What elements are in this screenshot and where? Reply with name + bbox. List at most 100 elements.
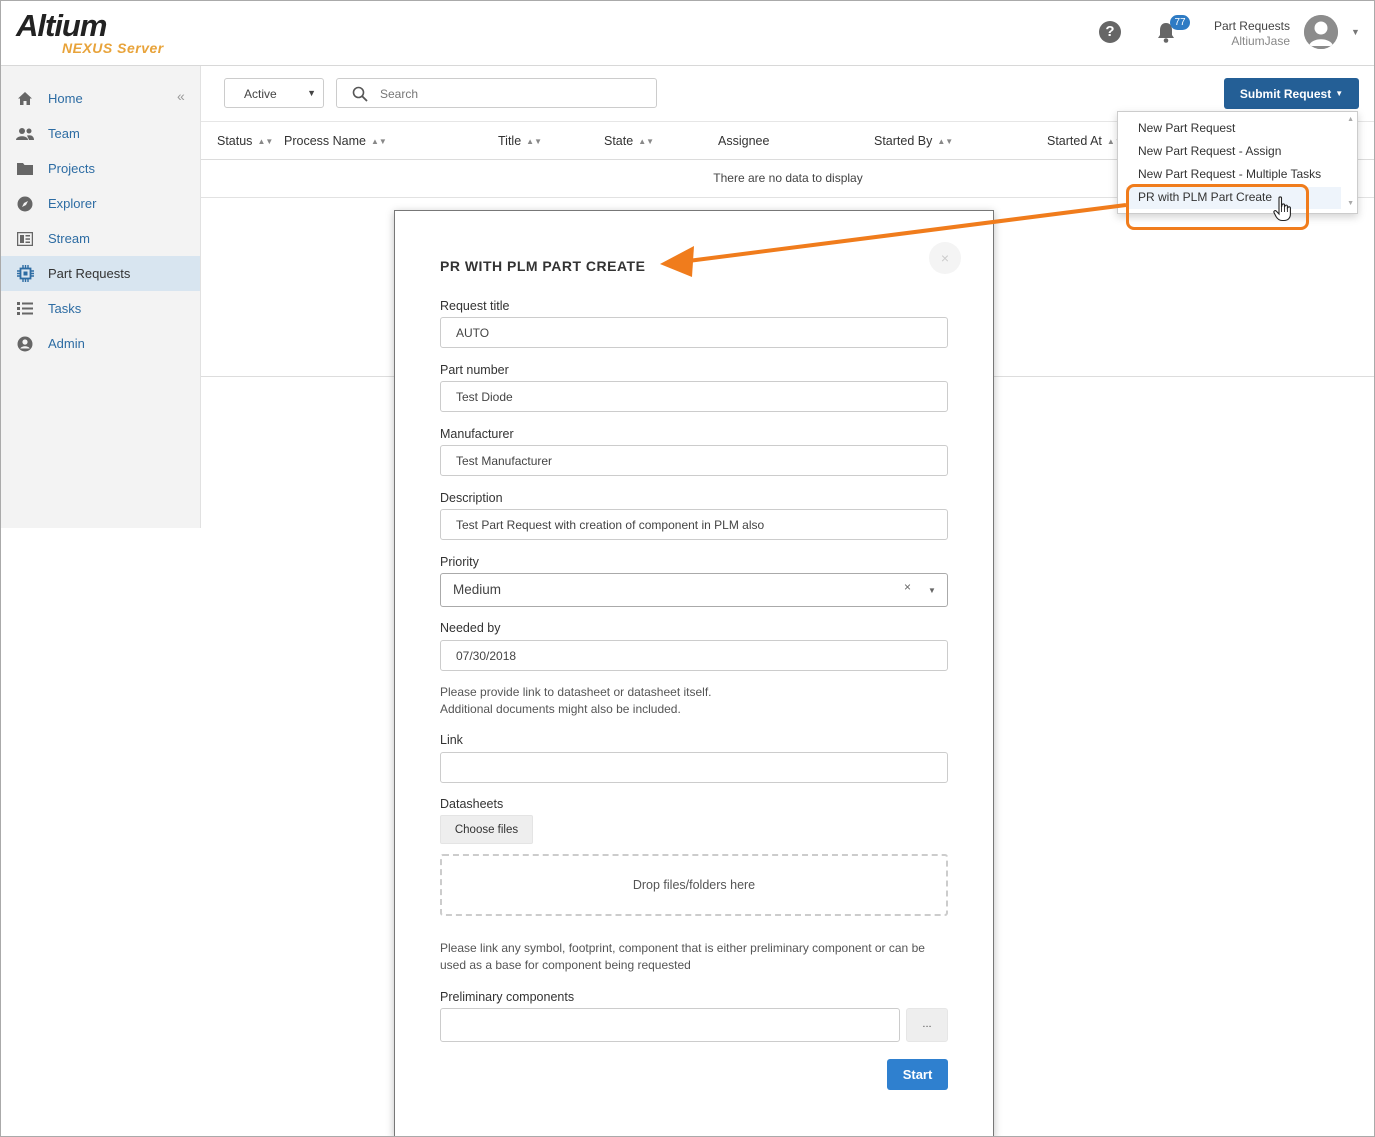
compass-icon [16, 195, 34, 213]
column-label: Status [217, 134, 253, 148]
part-number-input[interactable]: Test Diode [440, 381, 948, 412]
user-circle-icon [16, 335, 34, 353]
file-drop-zone[interactable]: Drop files/folders here [440, 854, 948, 916]
link-input[interactable] [440, 752, 948, 783]
manufacturer-input[interactable]: Test Manufacturer [440, 445, 948, 476]
search-input[interactable] [380, 85, 640, 103]
column-header-state[interactable]: State ▲▼ [604, 134, 654, 148]
part-number-label: Part number [440, 363, 509, 377]
sort-icon: ▲▼ [638, 137, 655, 146]
field-value: Test Part Request with creation of compo… [456, 518, 765, 532]
start-button[interactable]: Start [887, 1059, 948, 1090]
status-filter-select[interactable]: Active ▼ [224, 78, 324, 108]
sidebar-item-label: Tasks [48, 301, 82, 316]
caret-down-icon: ▼ [1335, 89, 1344, 98]
app-header: Altium NEXUS Server ? 77 Part Requests A… [0, 0, 1375, 66]
sidebar-item-label: Stream [48, 231, 90, 246]
sidebar-item-stream[interactable]: Stream [0, 221, 200, 256]
sidebar-item-label: Part Requests [48, 266, 131, 281]
sidebar-item-label: Admin [48, 336, 85, 351]
chevron-down-icon: ▼ [928, 586, 936, 595]
dialog-title: PR WITH PLM PART CREATE [440, 258, 646, 274]
link-label: Link [440, 733, 463, 747]
priority-label: Priority [440, 555, 479, 569]
description-input[interactable]: Test Part Request with creation of compo… [440, 509, 948, 540]
column-header-process-name[interactable]: Process Name ▲▼ [284, 134, 387, 148]
sidebar-item-label: Projects [48, 161, 95, 176]
help-line: Please link any symbol, footprint, compo… [440, 941, 925, 955]
help-icon[interactable]: ? [1099, 21, 1121, 43]
scroll-down-icon[interactable]: ▼ [1347, 200, 1354, 207]
home-icon [16, 90, 34, 108]
column-label: State [604, 134, 634, 148]
sidebar: « Home Team Projects Explorer Stream Par [0, 66, 201, 528]
sidebar-item-admin[interactable]: Admin [0, 326, 200, 361]
brand-product: NEXUS Server [62, 40, 164, 56]
sidebar-item-home[interactable]: Home [0, 81, 200, 116]
sidebar-item-label: Explorer [48, 196, 97, 211]
needed-by-input[interactable]: 07/30/2018 [440, 640, 948, 671]
column-header-status[interactable]: Status ▲▼ [217, 134, 273, 148]
column-label: Started At [1047, 134, 1102, 148]
hand-cursor-icon [1273, 196, 1291, 222]
column-header-started-by[interactable]: Started By ▲▼ [874, 134, 953, 148]
sort-icon: ▲▼ [257, 137, 274, 146]
column-header-assignee: Assignee [718, 134, 769, 148]
new-request-dialog: PR WITH PLM PART CREATE × Request title … [394, 210, 994, 1137]
browse-components-button[interactable]: ... [906, 1008, 948, 1042]
close-icon[interactable]: × [929, 242, 961, 274]
sort-icon: ▲▼ [370, 137, 387, 146]
priority-value: Medium [453, 582, 502, 597]
help-line: Please provide link to datasheet or data… [440, 685, 712, 699]
column-label: Assignee [718, 134, 770, 148]
sort-icon: ▲▼ [526, 137, 542, 146]
chip-icon [16, 265, 34, 283]
chevron-down-icon: ▼ [307, 88, 316, 98]
menu-item-new-part-request[interactable]: New Part Request [1138, 121, 1235, 135]
stream-icon [16, 230, 34, 248]
field-value: AUTO [456, 326, 490, 340]
column-header-title[interactable]: Title ▲▼ [498, 134, 542, 148]
priority-select[interactable]: Medium × ▼ [440, 573, 948, 607]
clear-icon[interactable]: × [904, 580, 911, 594]
field-value: Test Diode [456, 390, 513, 404]
submit-request-label: Submit Request [1239, 86, 1332, 101]
user-name[interactable]: AltiumJase [1231, 34, 1290, 48]
request-title-label: Request title [440, 299, 510, 313]
status-filter-value: Active [244, 87, 277, 101]
preliminary-components-input[interactable] [440, 1008, 900, 1042]
menu-item-new-part-request-assign[interactable]: New Part Request - Assign [1138, 144, 1281, 158]
drop-zone-label: Drop files/folders here [632, 878, 756, 892]
components-help-text: Please link any symbol, footprint, compo… [440, 940, 925, 974]
user-avatar[interactable] [1304, 15, 1338, 49]
scroll-up-icon[interactable]: ▲ [1347, 116, 1354, 123]
datasheets-label: Datasheets [440, 797, 504, 811]
needed-by-label: Needed by [440, 621, 501, 635]
sidebar-item-part-requests[interactable]: Part Requests [0, 256, 200, 291]
folder-icon [16, 160, 34, 178]
help-line: Additional documents might also be inclu… [440, 702, 681, 716]
datasheet-help-text: Please provide link to datasheet or data… [440, 684, 712, 718]
field-value: 07/30/2018 [456, 649, 517, 663]
user-menu-caret-icon[interactable]: ▼ [1351, 27, 1360, 37]
submit-request-button[interactable]: Submit Request ▼ [1224, 78, 1359, 109]
menu-item-new-part-request-multiple[interactable]: New Part Request - Multiple Tasks [1138, 167, 1321, 181]
sidebar-item-tasks[interactable]: Tasks [0, 291, 200, 326]
user-role[interactable]: Part Requests [1214, 19, 1290, 33]
sidebar-item-label: Home [48, 91, 83, 106]
user-silhouette-icon [1304, 15, 1338, 49]
column-label: Started By [874, 134, 933, 148]
field-value: Test Manufacturer [456, 454, 553, 468]
brand-logo[interactable]: Altium [16, 8, 107, 44]
description-label: Description [440, 491, 503, 505]
sidebar-item-projects[interactable]: Projects [0, 151, 200, 186]
sidebar-item-team[interactable]: Team [0, 116, 200, 151]
sort-icon: ▲▼ [937, 137, 954, 146]
sidebar-item-explorer[interactable]: Explorer [0, 186, 200, 221]
column-header-started-at[interactable]: Started At ▲▼ [1047, 134, 1123, 148]
search-box[interactable] [336, 78, 657, 108]
team-icon [16, 125, 34, 143]
choose-files-button[interactable]: Choose files [440, 815, 533, 844]
manufacturer-label: Manufacturer [440, 427, 514, 441]
request-title-input[interactable]: AUTO [440, 317, 948, 348]
